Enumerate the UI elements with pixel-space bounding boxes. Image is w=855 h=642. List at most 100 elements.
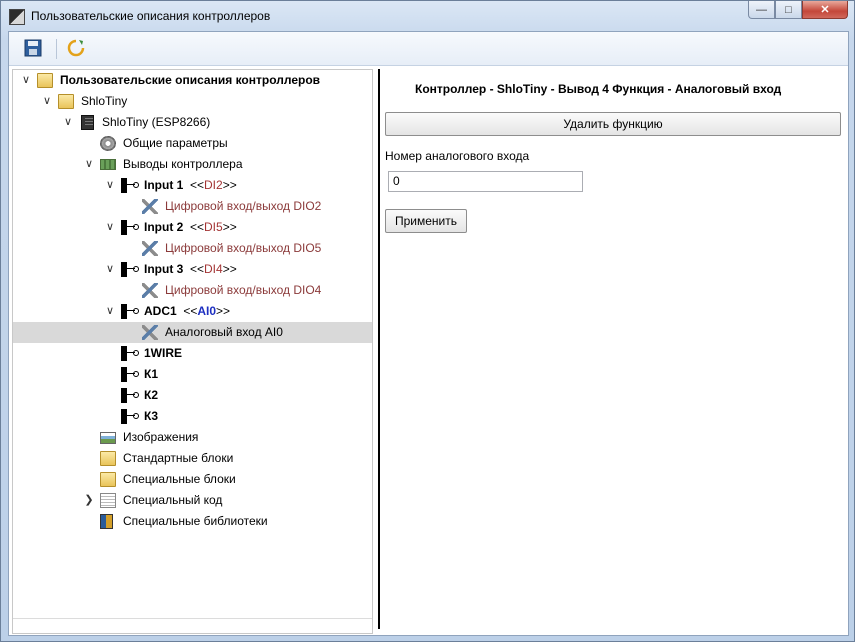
pin-icon [120,346,139,361]
chevron-down-icon[interactable]: ∨ [42,91,52,112]
tree-node-label: Выводы контроллера [123,157,243,171]
close-button[interactable]: ✕ [802,1,848,19]
tree-node-special-code[interactable]: ❯ Специальный код [13,490,372,511]
folder-open-icon [37,73,53,88]
chip-icon [81,115,94,130]
pin-name: Input 1 [144,178,184,192]
tree-node-pin-k2[interactable]: К2 [13,385,372,406]
toolbar-separator [56,39,57,59]
pin-icon [120,367,139,382]
tree-horizontal-scrollbar[interactable] [13,618,372,633]
save-button[interactable] [24,39,42,57]
alias-close: >> [216,304,231,318]
maximize-icon: □ [785,3,792,16]
properties-panel: Контроллер - ShloTiny - Вывод 4 Функция … [381,69,846,634]
tree-node-function[interactable]: Цифровой вход/выход DIO4 [13,280,372,301]
tree-node-special-blocks[interactable]: Специальные блоки [13,469,372,490]
tree-node-label: Специальные блоки [123,472,236,486]
tools-icon [142,283,158,298]
tree-node-pins-group[interactable]: ∨ Выводы контроллера [13,154,372,175]
gear-icon [100,136,116,151]
tree-node-label: Аналоговый вход AI0 [165,325,283,339]
chevron-down-icon[interactable]: ∨ [84,154,94,175]
tree-node-function[interactable]: Цифровой вход/выход DIO5 [13,238,372,259]
window-title: Пользовательские описания контроллеров [31,9,271,23]
refresh-button[interactable] [67,39,85,57]
tree-node-images[interactable]: Изображения [13,427,372,448]
maximize-button[interactable]: □ [775,1,802,19]
title-bar[interactable]: Пользовательские описания контроллеров —… [1,1,854,31]
tree-node-pin-k1[interactable]: К1 [13,364,372,385]
pin-icon [120,388,139,403]
alias-open: << [190,262,205,276]
pin-name: ADC1 [144,304,177,318]
pin-icon [120,304,139,319]
tree-node-function[interactable]: Цифровой вход/выход DIO2 [13,196,372,217]
refresh-icon [67,39,85,57]
pane-splitter[interactable] [378,69,380,629]
pin-alias: DI5 [204,220,223,234]
window-controls: — □ ✕ [748,1,848,19]
image-icon [100,432,116,444]
folder-icon [100,451,116,466]
tree-node-general-params[interactable]: Общие параметры [13,133,372,154]
tree-node-label: Пользовательские описания контроллеров [60,73,321,87]
tree-node-std-blocks[interactable]: Стандартные блоки [13,448,372,469]
tools-icon [142,199,158,214]
tree-node-pin-adc1[interactable]: ∨ ADC1 <<AI0>> [13,301,372,322]
chevron-down-icon[interactable]: ∨ [105,301,115,322]
tree-node-pin-input-3[interactable]: ∨ Input 3 <<DI4>> [13,259,372,280]
pin-icon [120,220,139,235]
pin-alias: DI4 [204,262,223,276]
tree-node-pin-1wire[interactable]: 1WIRE [13,343,372,364]
pin-alias: DI2 [204,178,223,192]
minimize-button[interactable]: — [748,1,775,19]
save-icon [24,39,42,57]
pin-name: К2 [144,388,158,402]
tree-node-pin-k3[interactable]: К3 [13,406,372,427]
pin-name: 1WIRE [144,346,183,360]
minimize-icon: — [756,3,767,16]
pin-name: К1 [144,367,158,381]
tree-view[interactable]: ∨ Пользовательские описания контроллеров… [12,69,373,634]
tree-node-special-libs[interactable]: Специальные библиотеки [13,511,372,532]
tools-icon [142,325,158,340]
tree-node-label: Общие параметры [123,136,228,150]
library-icon [100,514,113,529]
tree-node-label: Стандартные блоки [123,451,234,465]
app-window: Пользовательские описания контроллеров —… [0,0,855,642]
tree-node-label: Специальный код [123,493,223,507]
chevron-down-icon[interactable]: ∨ [63,112,73,133]
tree-node-project[interactable]: ∨ ShloTiny [13,91,372,112]
panel-title: Контроллер - ShloTiny - Вывод 4 Функция … [415,82,782,96]
delete-function-button[interactable]: Удалить функцию [385,112,841,136]
chevron-down-icon[interactable]: ∨ [21,70,31,91]
chevron-down-icon[interactable]: ∨ [105,259,115,280]
tree-node-label: ShloTiny [81,94,128,108]
alias-close: >> [222,262,237,276]
tree-node-root[interactable]: ∨ Пользовательские описания контроллеров [13,70,372,91]
folder-open-icon [58,94,74,109]
tree-node-label: ShloTiny (ESP8266) [102,115,211,129]
code-icon [100,493,116,508]
tree-node-label: Цифровой вход/выход DIO5 [165,241,322,255]
tree-node-label: Цифровой вход/выход DIO2 [165,199,322,213]
app-icon [9,9,25,25]
pin-icon [120,409,139,424]
analog-input-number-field[interactable]: 0 [388,171,583,192]
apply-button[interactable]: Применить [385,209,467,233]
folder-icon [100,472,116,487]
tree-node-pin-input-1[interactable]: ∨ Input 1 <<DI2>> [13,175,372,196]
tree-node-pin-input-2[interactable]: ∨ Input 2 <<DI5>> [13,217,372,238]
pin-name: К3 [144,409,158,423]
pin-alias: AI0 [197,304,217,318]
chevron-down-icon[interactable]: ∨ [105,217,115,238]
chevron-right-icon[interactable]: ❯ [84,490,94,511]
close-icon: ✕ [820,4,830,16]
analog-input-label: Номер аналогового входа [385,149,530,163]
chevron-down-icon[interactable]: ∨ [105,175,115,196]
tree-node-function-selected[interactable]: Аналоговый вход AI0 [13,322,372,343]
tree-node-controller[interactable]: ∨ ShloTiny (ESP8266) [13,112,372,133]
board-icon [100,159,116,170]
tools-icon [142,241,158,256]
